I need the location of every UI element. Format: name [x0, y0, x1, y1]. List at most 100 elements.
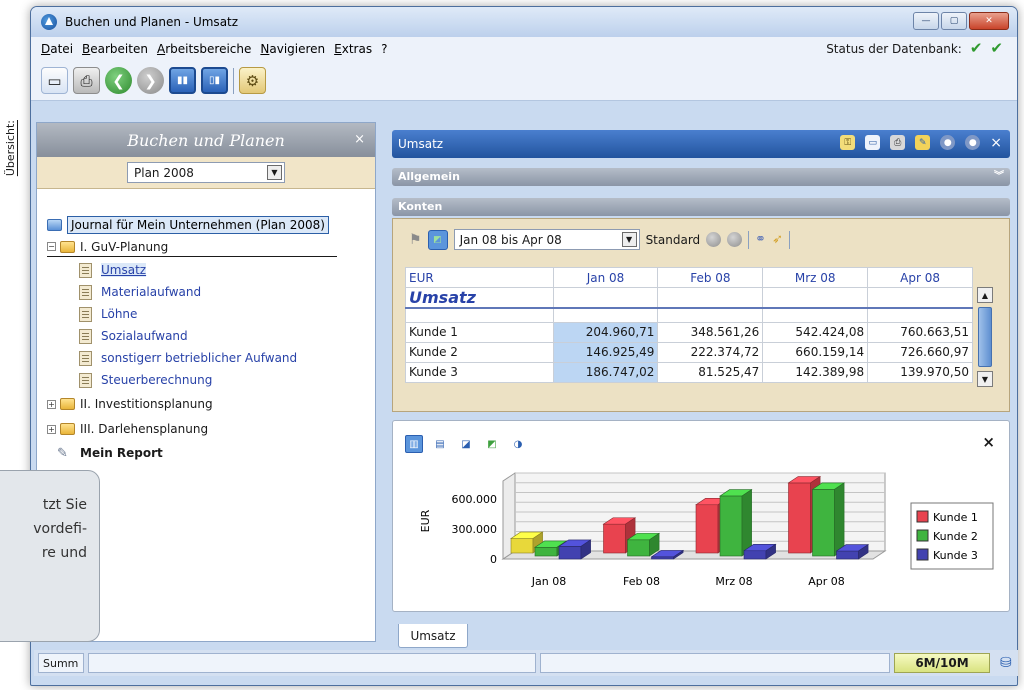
grid-column-header[interactable]: Mrz 08 [762, 267, 869, 288]
layout-right-button[interactable]: ▯▮ [201, 67, 228, 94]
tree-item-sozialaufwand[interactable]: Sozialaufwand [79, 326, 188, 346]
gear-folder-icon: ⚙ [245, 71, 260, 90]
tree-item-investitionsplanung[interactable]: + II. Investitionsplanung [47, 394, 213, 414]
menu-help[interactable]: ? [381, 42, 387, 56]
collapse-icon[interactable]: − [47, 242, 56, 251]
tree-root[interactable]: Journal für Mein Unternehmen (Plan 2008) [47, 215, 329, 235]
chart-bar [603, 523, 626, 554]
menu-extras[interactable]: Extras [334, 42, 372, 56]
bar-chart: 0 300.000 600.000 EUR Jan 08 Feb 08 Mrz 08 Apr … [419, 472, 994, 588]
chart-close-button[interactable]: × [982, 433, 995, 451]
panel-close-button[interactable]: × [354, 132, 365, 147]
content-close-button[interactable]: × [990, 135, 1002, 151]
tree-item-mein-report[interactable]: ✎ Mein Report [57, 443, 163, 463]
grid-cell[interactable]: 81.525,47 [657, 361, 764, 383]
chevron-down-icon[interactable]: ▼ [267, 165, 282, 180]
garbage-collect-icon[interactable]: ⛁ [1000, 655, 1012, 671]
back-button[interactable]: ❮ [105, 67, 132, 94]
minimize-button[interactable]: — [913, 12, 939, 30]
tree-item-darlehensplanung[interactable]: + III. Darlehensplanung [47, 419, 208, 439]
expand-icon[interactable]: + [47, 424, 56, 434]
area-chart-icon: ◩ [487, 438, 497, 450]
link-button[interactable]: ⚭ [755, 232, 766, 247]
tree-item-loehne[interactable]: Löhne [79, 304, 137, 324]
tree-item-steuerberechnung[interactable]: Steuerberechnung [79, 370, 212, 390]
grid-cell[interactable]: 726.660,97 [867, 341, 973, 363]
print-button[interactable]: ⎙ [73, 67, 100, 94]
filter-button[interactable]: ⚑ [409, 232, 422, 248]
grid-cell[interactable]: 139.970,50 [867, 361, 973, 383]
grid-cell[interactable]: 542.424,08 [762, 321, 869, 343]
edit-account-button[interactable]: ⚿ [840, 135, 856, 150]
new-entry-button[interactable]: ▭ [865, 135, 881, 150]
disabled-circle-icon[interactable] [706, 232, 722, 247]
grid-column-header[interactable]: Feb 08 [657, 267, 764, 288]
chart-toggle-button[interactable]: ◩ [427, 229, 448, 250]
key-icon: ⚿ [844, 137, 852, 148]
menu-datei[interactable]: Datei [41, 42, 73, 56]
tree-item-gv-planung[interactable]: − I. GuV-Planung [47, 237, 337, 257]
scroll-up-button[interactable]: ▲ [977, 287, 993, 303]
tab-umsatz[interactable]: Umsatz [398, 624, 468, 648]
tree-item-sonstiger-aufwand[interactable]: sonstigerr betrieblicher Aufwand [79, 348, 297, 368]
grid-column-header[interactable]: Apr 08 [867, 267, 973, 288]
layout-split-button[interactable]: ▮▮ [169, 67, 196, 94]
disabled-action-button[interactable]: ● [965, 135, 981, 150]
menu-arbeitsbereiche[interactable]: Arbeitsbereiche [157, 42, 251, 56]
overview-side-tab[interactable]: Übersicht: [2, 120, 24, 200]
window-title: Buchen und Planen - Umsatz [65, 15, 239, 29]
section-allgemein[interactable]: Allgemein ︾ [392, 168, 1010, 186]
tab-label: Umsatz [410, 628, 456, 643]
scroll-thumb[interactable] [978, 307, 992, 367]
tree-item-materialaufwand[interactable]: Materialaufwand [79, 282, 201, 302]
grid-section-title: Umsatz [405, 287, 554, 309]
grid-cell[interactable]: 204.960,71 [552, 321, 659, 343]
grid-cell[interactable]: 142.389,98 [762, 361, 869, 383]
chevron-down-icon[interactable]: ▼ [621, 232, 637, 247]
disabled-circle-icon[interactable] [727, 232, 743, 247]
settings-button[interactable]: ⚙ [239, 67, 266, 94]
grid-column-header[interactable]: Jan 08 [552, 267, 659, 288]
forward-button[interactable]: ❯ [137, 67, 164, 94]
toolbar-separator [233, 67, 234, 94]
content-title: Umsatz [398, 137, 444, 151]
overview-tab-label: Übersicht: [4, 120, 17, 177]
toolbar-separator [748, 230, 750, 249]
grid-cell[interactable]: 660.159,14 [762, 341, 869, 363]
grid-cell[interactable]: 186.747,02 [552, 361, 659, 383]
disabled-action-button[interactable]: ● [940, 135, 956, 150]
flag-icon: ⚑ [409, 231, 422, 248]
chart-bar [788, 482, 811, 554]
menu-navigieren[interactable]: Navigieren [260, 42, 325, 56]
plan-filter-bar: Plan 2008 ▼ [37, 157, 375, 189]
circle-icon: ● [968, 137, 977, 148]
new-window-button[interactable]: ▭ [41, 67, 68, 94]
double-chevron-down-icon[interactable]: ︾ [994, 168, 1004, 186]
export-button[interactable]: ➶ [772, 232, 783, 247]
document-icon [79, 284, 92, 300]
print-content-button[interactable]: ⎙ [890, 135, 906, 150]
grid-cell [552, 308, 659, 322]
legend-swatch [916, 548, 929, 561]
grid-scrollbar[interactable]: ▲ ▼ [977, 287, 993, 399]
menu-bearbeiten[interactable]: Bearbeiten [82, 42, 148, 56]
grid-cell[interactable]: 146.925,49 [552, 341, 659, 363]
grid-cell[interactable]: 348.561,26 [657, 321, 764, 343]
grid-cell[interactable]: 222.374,72 [657, 341, 764, 363]
period-select[interactable]: Jan 08 bis Apr 08 ▼ [453, 229, 640, 250]
legend-label: Kunde 1 [933, 511, 978, 524]
grid-cell [867, 308, 973, 322]
expand-icon[interactable]: + [47, 399, 56, 409]
tree-item-umsatz[interactable]: Umsatz [79, 260, 147, 280]
scroll-down-button[interactable]: ▼ [977, 371, 993, 387]
printer-icon: ⎙ [80, 71, 93, 90]
konten-toolbar: ⚑ ◩ Jan 08 bis Apr 08 ▼ Standard ⚭ ➶ [409, 229, 790, 250]
edit-button[interactable]: ✎ [915, 135, 931, 150]
maximize-button[interactable]: ▢ [941, 12, 967, 30]
tooltip-line: vordefi- [33, 521, 87, 537]
plan-select[interactable]: Plan 2008 ▼ [127, 162, 285, 183]
pie-chart-icon: ◑ [513, 438, 523, 450]
chart-bar [651, 556, 674, 560]
grid-cell[interactable]: 760.663,51 [867, 321, 973, 343]
close-button[interactable]: ✕ [969, 12, 1009, 30]
